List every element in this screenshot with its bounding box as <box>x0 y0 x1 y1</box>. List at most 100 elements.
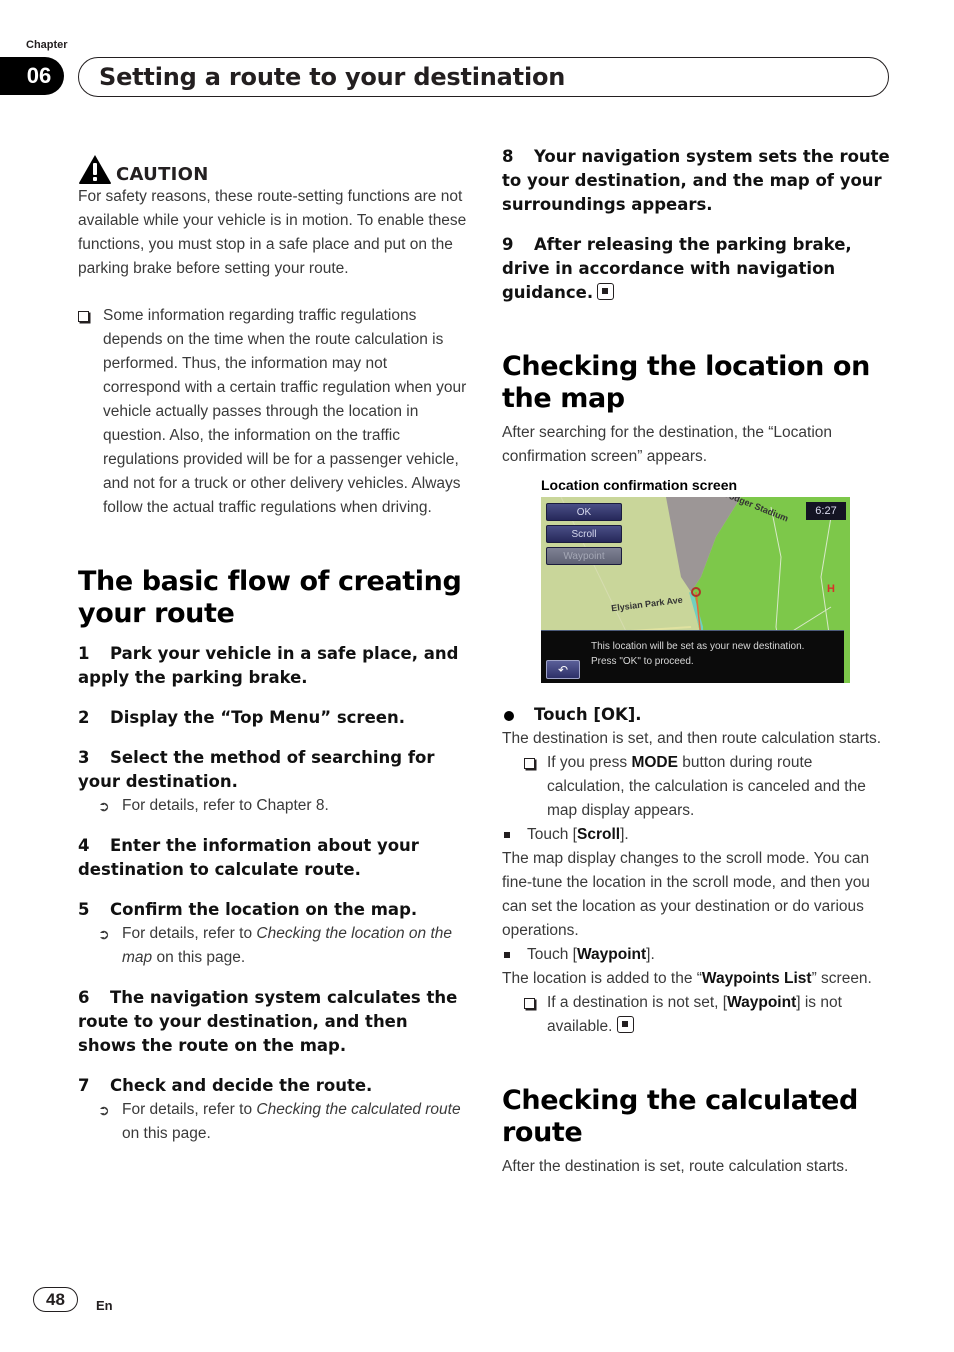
traffic-regulation-note: Some information regarding traffic regul… <box>78 304 468 520</box>
reference-link-checking-route[interactable]: Checking the calculated route <box>256 1101 460 1118</box>
reference-arrow-icon: ➲ <box>98 926 110 942</box>
left-column: CAUTION For safety reasons, these route-… <box>78 145 468 1146</box>
result-suffix: ” screen. <box>811 970 872 987</box>
touch-prefix: Touch [ <box>527 826 577 843</box>
chapter-label: Chapter <box>26 39 68 51</box>
step-text: Check and decide the route. <box>110 1076 373 1095</box>
end-of-section-icon <box>616 1016 634 1033</box>
step-3: 3 Select the method of searching for your… <box>78 746 468 794</box>
confirmation-message: This location will be set as your new de… <box>591 639 804 669</box>
caution-heading: CAUTION <box>78 145 468 185</box>
step-text: Your navigation system sets the route to… <box>502 147 890 214</box>
clock-display: 6:27 <box>806 502 846 520</box>
touch-ok-label: Touch [OK]. <box>534 705 642 724</box>
step-text: Display the “Top Menu” screen. <box>110 708 405 727</box>
message-bar: This location will be set as your new de… <box>541 630 844 683</box>
page-number: 48 <box>33 1287 78 1312</box>
touch-scroll-result: The map display changes to the scroll mo… <box>502 850 870 939</box>
chapter-title-banner: Setting a route to your destination <box>78 57 889 97</box>
result-prefix: The location is added to the “ <box>502 970 702 987</box>
reference-suffix: on this page. <box>122 1125 211 1142</box>
touch-ok-result: The destination is set, and then route c… <box>502 730 882 747</box>
step-text: Confirm the location on the map. <box>110 900 418 919</box>
step-5: 5 Confirm the location on the map. <box>78 898 468 922</box>
touch-suffix: ]. <box>620 826 629 843</box>
ok-button[interactable]: OK <box>546 503 622 521</box>
step-5-reference: ➲ For details, refer to Checking the loc… <box>78 922 468 970</box>
touch-waypoint-result: The location is added to the “Waypoints … <box>502 967 892 991</box>
waypoint-button-name: Waypoint <box>576 946 647 963</box>
message-line-2: Press "OK" to proceed. <box>591 656 694 667</box>
touch-ok-instruction: Touch [OK]. <box>502 703 892 727</box>
traffic-note-text: Some information regarding traffic regul… <box>103 307 467 516</box>
message-line-1: This location will be set as your new de… <box>591 641 805 652</box>
chapter-number-badge: 06 <box>0 57 64 95</box>
step-number: 3 <box>78 748 90 767</box>
waypoint-note: If a destination is not set, [Waypoint] … <box>502 991 892 1039</box>
calculated-route-intro: After the destination is set, route calc… <box>502 1158 849 1175</box>
note-checkbox-icon <box>78 311 89 322</box>
step-text: Select the method of searching for your … <box>78 748 435 791</box>
step-3-reference: ➲ For details, refer to Chapter 8. <box>78 794 468 818</box>
reference-suffix: on this page. <box>152 949 246 966</box>
basic-flow-heading: The basic flow of creating your route <box>78 566 462 629</box>
figure-caption: Location confirmation screen <box>541 477 738 493</box>
step-1: 1 Park your vehicle in a safe place, and … <box>78 642 468 690</box>
step-text: The navigation system calculates the rou… <box>78 988 458 1055</box>
right-column: 8 Your navigation system sets the route t… <box>502 145 892 1179</box>
step-4: 4 Enter the information about your destin… <box>78 834 468 882</box>
reference-prefix: For details, refer to <box>122 1101 257 1118</box>
language-label: En <box>96 1298 113 1313</box>
checking-location-heading: Checking the location on the map <box>502 351 870 414</box>
step-number: 4 <box>78 836 90 855</box>
reference-text: For details, refer to Chapter 8. <box>122 797 329 814</box>
chapter-title: Setting a route to your destination <box>99 63 566 91</box>
step-number: 9 <box>502 235 514 254</box>
mode-note: If you press MODE button during route ca… <box>502 751 892 823</box>
waypoint-button[interactable]: Waypoint <box>546 547 622 565</box>
step-7-reference: ➲ For details, refer to Checking the cal… <box>78 1098 468 1146</box>
step-text: After releasing the parking brake, drive… <box>502 235 852 302</box>
step-number: 2 <box>78 708 90 727</box>
waypoints-list-name: Waypoints List <box>701 970 812 987</box>
step-number: 5 <box>78 900 90 919</box>
touch-prefix: Touch [ <box>527 946 577 963</box>
step-6: 6 The navigation system calculates the ro… <box>78 986 468 1058</box>
location-confirmation-screen: H Dodger Stadium Elysian Park Ave OK Scr… <box>541 497 850 683</box>
note-checkbox-icon <box>524 998 535 1009</box>
bullet-icon <box>504 711 514 721</box>
step-text: Enter the information about your destina… <box>78 836 419 879</box>
svg-text:H: H <box>827 583 835 595</box>
touch-waypoint-instruction: Touch [Waypoint]. <box>502 943 892 967</box>
step-9: 9 After releasing the parking brake, driv… <box>502 233 892 305</box>
touch-suffix: ]. <box>646 946 655 963</box>
note-prefix: If a destination is not set, [ <box>547 994 728 1011</box>
step-number: 6 <box>78 988 90 1007</box>
square-bullet-icon <box>504 832 510 838</box>
caution-text: For safety reasons, these route-setting … <box>78 188 467 277</box>
note-checkbox-icon <box>524 758 535 769</box>
scroll-button-name: Scroll <box>576 826 621 843</box>
step-number: 8 <box>502 147 514 166</box>
step-number: 1 <box>78 644 90 663</box>
step-text: Park your vehicle in a safe place, and a… <box>78 644 459 687</box>
step-2: 2 Display the “Top Menu” screen. <box>78 706 468 730</box>
note-prefix: If you press <box>547 754 632 771</box>
step-7: 7 Check and decide the route. <box>78 1074 468 1098</box>
square-bullet-icon <box>504 952 510 958</box>
step-8: 8 Your navigation system sets the route t… <box>502 145 892 217</box>
step-number: 7 <box>78 1076 90 1095</box>
scroll-button[interactable]: Scroll <box>546 525 622 543</box>
back-button[interactable]: ↶ <box>546 660 580 679</box>
caution-label: CAUTION <box>116 164 209 185</box>
reference-arrow-icon: ➲ <box>98 1102 110 1118</box>
mode-button-name: MODE <box>631 754 678 771</box>
calculated-route-heading: Checking the calculated route <box>502 1085 858 1148</box>
touch-scroll-instruction: Touch [Scroll]. <box>502 823 892 847</box>
reference-arrow-icon: ➲ <box>98 798 110 814</box>
end-of-section-icon <box>597 283 615 300</box>
reference-prefix: For details, refer to <box>122 925 257 942</box>
waypoint-button-name: Waypoint <box>727 994 797 1011</box>
warning-triangle-icon <box>79 155 111 184</box>
checking-location-intro: After searching for the destination, the… <box>502 424 833 465</box>
